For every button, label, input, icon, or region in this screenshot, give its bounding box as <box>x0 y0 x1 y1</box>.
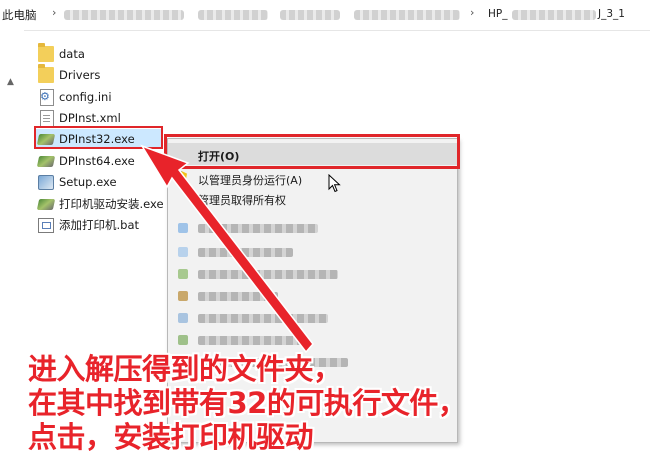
caption-line-2: 在其中找到带有32的可执行文件， <box>28 386 467 420</box>
instruction-caption: 进入解压得到的文件夹， 在其中找到带有32的可执行文件， 点击，安装打印机驱动 <box>28 352 648 454</box>
caption-line-3: 点击，安装打印机驱动 <box>28 420 314 454</box>
arrow-shape <box>140 144 314 354</box>
caption-line-1: 进入解压得到的文件夹， <box>28 352 342 386</box>
